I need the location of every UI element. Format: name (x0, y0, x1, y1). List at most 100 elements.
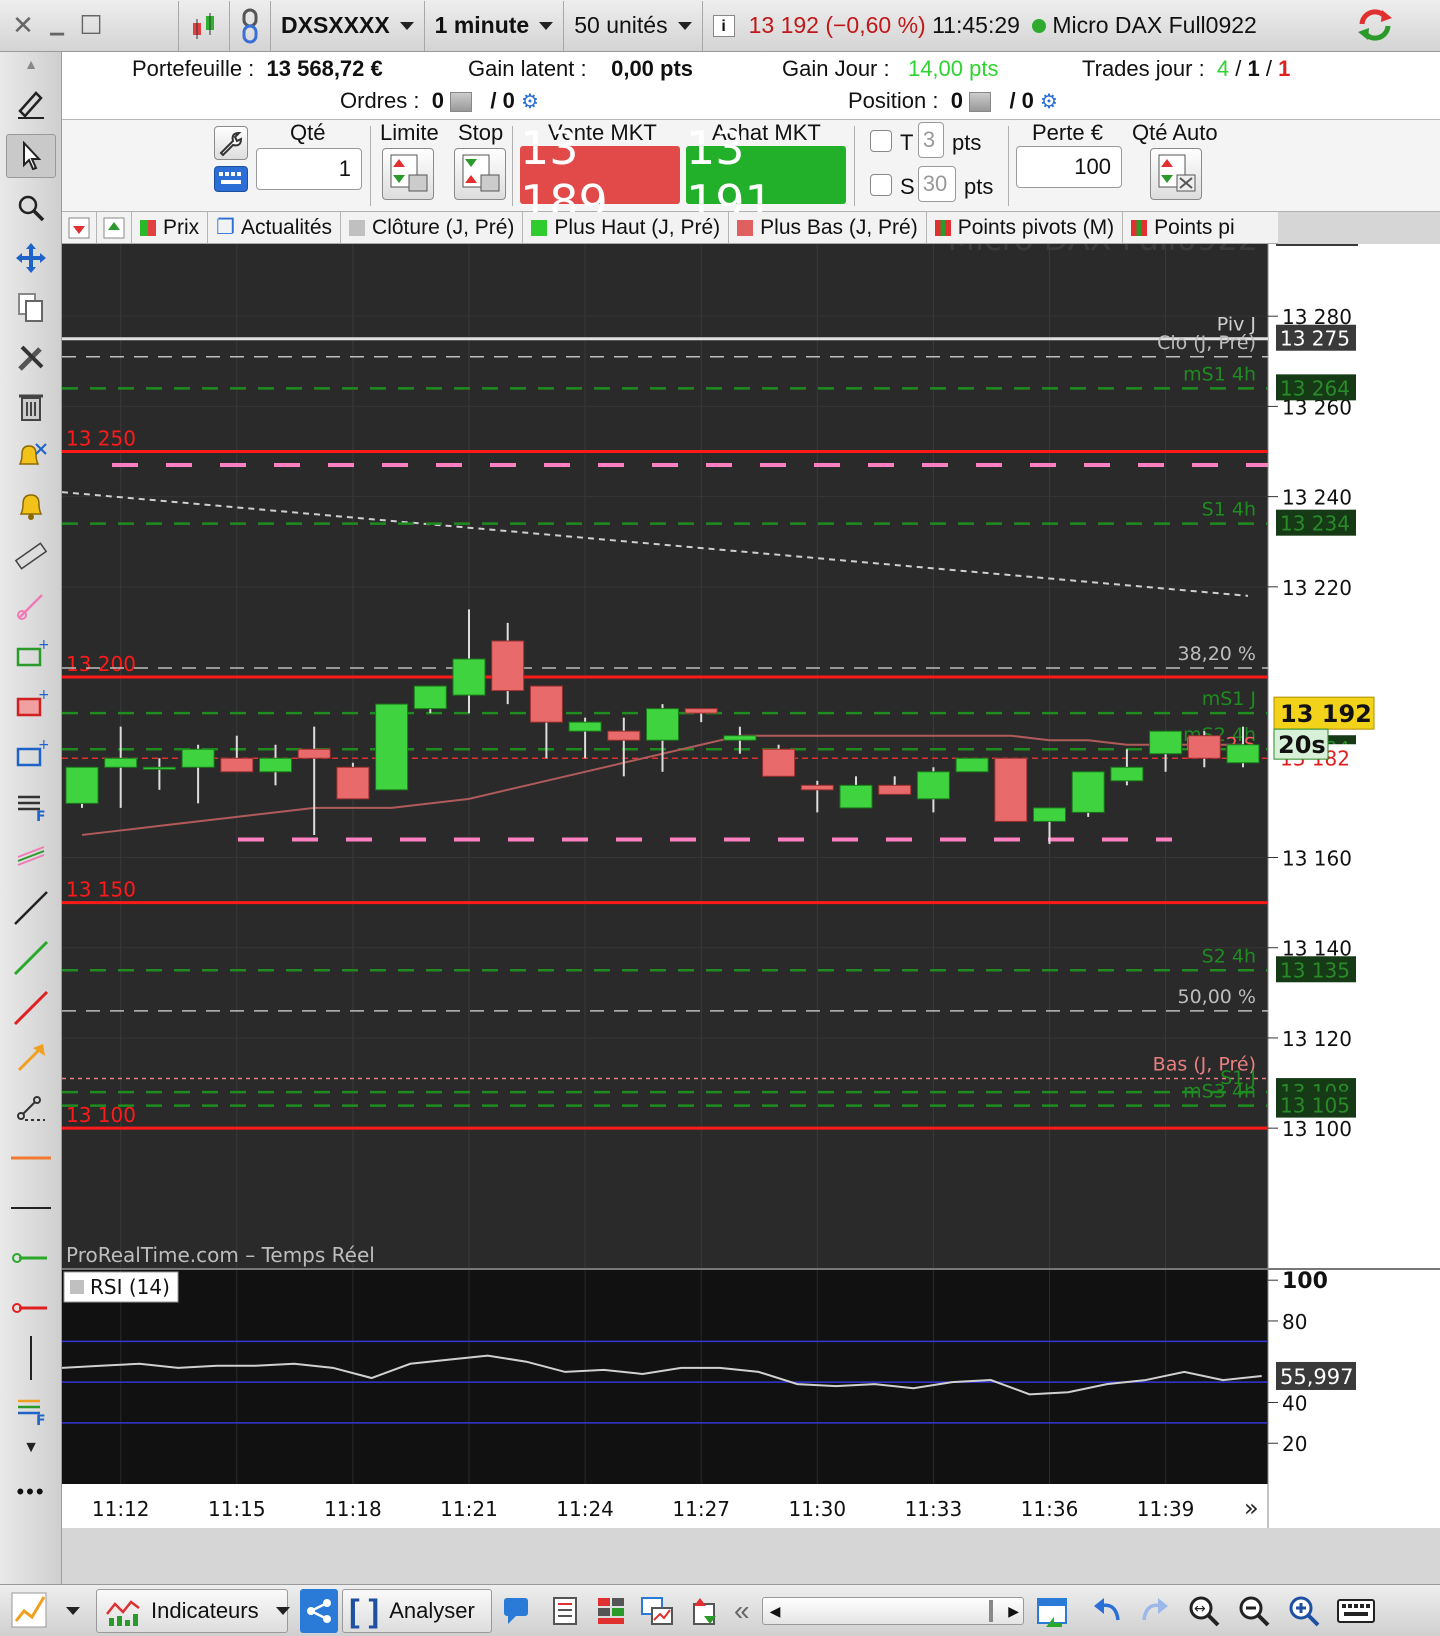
multi-chart-button[interactable] (640, 1589, 678, 1633)
move-icon[interactable] (6, 236, 56, 280)
orange-horizontal-line-icon[interactable] (6, 1136, 56, 1180)
symbol-select[interactable]: DXSXXXX (271, 0, 425, 51)
black-line-tool-icon[interactable] (6, 886, 56, 930)
vertical-line-icon[interactable] (6, 1336, 56, 1380)
stop-points-input[interactable]: 30 (918, 166, 956, 202)
fibonacci-levels-icon[interactable]: F (6, 1388, 56, 1432)
alert-bell-remove-icon[interactable] (6, 434, 56, 478)
orders-icon[interactable] (450, 92, 473, 113)
top-price-tag: 13 294 (1280, 244, 1350, 245)
analyze-button[interactable]: [ ] Analyser (342, 1589, 492, 1633)
green-rectangle-tool-icon[interactable]: + (6, 634, 56, 678)
pointer-icon[interactable] (6, 134, 56, 178)
arrow-down-icon (68, 217, 90, 238)
collapse-up-button[interactable] (97, 212, 132, 243)
price-chart[interactable]: Micro DAX Full0922 11:12 11:15 11:18 11:21 11… (61, 220, 1440, 1528)
candle-body-up (452, 658, 486, 696)
channel-tool-icon[interactable] (6, 834, 56, 878)
calendar-button[interactable] (1034, 1589, 1074, 1633)
redo-button[interactable] (1138, 1589, 1176, 1633)
stop-checkbox[interactable] (870, 174, 892, 196)
zoom-in-button[interactable] (1286, 1589, 1326, 1633)
green-line-tool-icon[interactable] (6, 936, 56, 980)
refresh-icon[interactable] (1354, 4, 1396, 46)
level-label: 13 200 (66, 652, 136, 676)
fibonacci-text-icon[interactable]: F (6, 784, 56, 828)
black-horizontal-line-icon[interactable] (6, 1186, 56, 1230)
red-line-tool-icon[interactable] (6, 986, 56, 1030)
keyboard-icon[interactable] (214, 166, 248, 192)
nav-left-button[interactable]: « (734, 1589, 758, 1633)
ruler-icon[interactable] (6, 534, 56, 578)
units-select[interactable]: 50 unités (564, 0, 703, 51)
alert-bell-icon[interactable] (6, 484, 56, 528)
magnifier-icon[interactable] (6, 186, 56, 230)
legend-close-prev[interactable]: Clôture (J, Pré) (341, 212, 524, 243)
blue-rectangle-tool-icon[interactable]: + (6, 734, 56, 778)
loss-input[interactable]: 100 (1016, 146, 1122, 188)
copy-icon[interactable] (6, 286, 56, 330)
gears-icon[interactable]: ⚙ (521, 91, 539, 113)
legend-low-prev[interactable]: Plus Bas (J, Pré) (729, 212, 927, 243)
minimize-window-icon[interactable]: ▁ (40, 6, 74, 46)
zoom-fit-button[interactable]: ↔ (1186, 1589, 1226, 1633)
wrench-settings-icon[interactable] (214, 126, 248, 160)
legend-news[interactable]: ❐ Actualités (208, 212, 342, 243)
limit-order-button[interactable] (382, 148, 434, 200)
share-button[interactable] (300, 1589, 338, 1633)
trash-icon[interactable] (6, 384, 56, 428)
comments-button[interactable] (500, 1589, 538, 1633)
gears-icon[interactable]: ⚙ (1040, 91, 1058, 113)
timeframe-select[interactable]: 1 minute (425, 0, 565, 51)
indicators-button[interactable]: Indicateurs (96, 1589, 288, 1633)
ray-tool-icon[interactable] (6, 1086, 56, 1130)
sell-market-button[interactable]: 13 189 (520, 121, 680, 229)
qty-input[interactable]: 1 (256, 148, 362, 190)
candle-body-up (413, 685, 447, 710)
scroll-thumb[interactable] (989, 1600, 993, 1622)
latent-gain: Gain latent : 0,00 pts (468, 56, 693, 82)
pink-segment-tool-icon[interactable] (6, 584, 56, 628)
buy-market-button[interactable]: 13 191 (686, 121, 846, 229)
chart-type-button[interactable] (178, 0, 230, 51)
order-book-button[interactable] (594, 1589, 632, 1633)
status-dot-icon (1032, 18, 1047, 33)
more-tools-icon[interactable]: ••• (6, 1470, 56, 1514)
candle-body-up (104, 757, 138, 768)
indicator-level-label: 50,00 % (1178, 986, 1257, 1008)
link-button[interactable] (230, 0, 271, 51)
target-points-input[interactable]: 3 (918, 122, 944, 158)
green-horizontal-ray-icon[interactable] (6, 1236, 56, 1280)
trade-button[interactable] (688, 1589, 726, 1633)
close-window-icon[interactable]: ✕ (6, 6, 40, 46)
legend-pivots-month[interactable]: Points pivots (M) (927, 212, 1124, 243)
undo-button[interactable] (1090, 1589, 1128, 1633)
report-button[interactable] (548, 1589, 586, 1633)
target-checkbox[interactable] (870, 130, 892, 152)
chart-area[interactable]: Micro DAX Full0922 11:12 11:15 11:18 11:21 11… (61, 220, 1440, 1528)
style-dropdown[interactable] (66, 1589, 86, 1633)
legend-high-prev[interactable]: Plus Haut (J, Pré) (523, 212, 730, 243)
indicators-dropdown[interactable] (276, 1589, 296, 1633)
scroll-left-arrow-icon[interactable]: ◀ (763, 1603, 787, 1620)
scroll-right-arrow-icon[interactable]: ▶ (1008, 1603, 1019, 1620)
red-rectangle-tool-icon[interactable]: + (6, 684, 56, 728)
stop-order-button[interactable] (454, 148, 506, 200)
arrow-tool-icon[interactable] (6, 1036, 56, 1080)
keyboard-shortcuts-button[interactable] (1336, 1589, 1380, 1633)
tools-icon[interactable] (6, 336, 56, 380)
maximize-window-icon[interactable]: ☐ (74, 6, 108, 46)
pencil-icon[interactable] (6, 80, 56, 124)
red-horizontal-ray-icon[interactable] (6, 1286, 56, 1330)
zoom-out-button[interactable] (1236, 1589, 1276, 1633)
scroll-up-icon[interactable]: ▲ (6, 52, 56, 76)
scroll-down-icon[interactable]: ▼ (6, 1436, 56, 1460)
auto-qty-button[interactable] (1150, 148, 1202, 200)
info-icon[interactable]: i (712, 14, 735, 37)
collapse-down-button[interactable] (62, 212, 97, 243)
legend-prix[interactable]: Prix (132, 212, 209, 243)
chart-scrollbar[interactable]: ◀ ▶ (762, 1597, 1024, 1625)
legend-pivots-other[interactable]: Points pi (1123, 212, 1243, 243)
style-button[interactable] (10, 1589, 54, 1633)
position-icon[interactable] (969, 92, 992, 113)
